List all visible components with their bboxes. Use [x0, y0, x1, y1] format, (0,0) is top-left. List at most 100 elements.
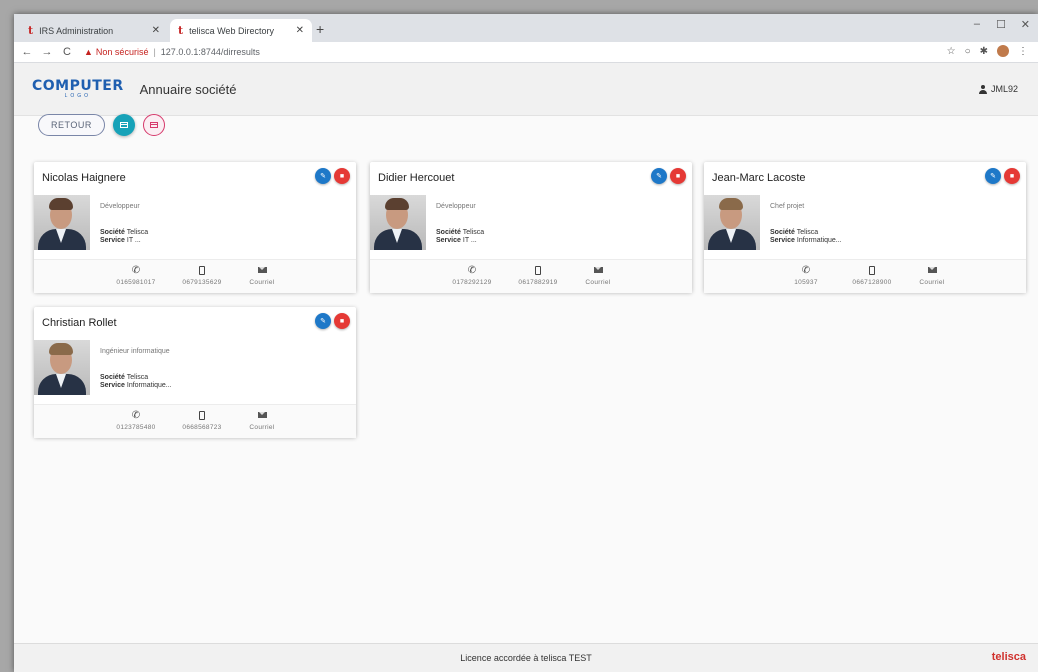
mobile-contact[interactable]: 0679135629 — [172, 264, 232, 286]
new-tab-button[interactable]: + — [316, 21, 324, 37]
mobile-number: 0667128900 — [852, 279, 892, 286]
mail-icon — [927, 267, 937, 273]
license-text: Licence accordée à telisca TEST — [460, 653, 592, 663]
phone-number: 0178292129 — [452, 279, 492, 286]
phone-icon: ✆ — [801, 264, 811, 276]
user-name: JML92 — [990, 84, 1018, 94]
telisca-favicon-icon: t — [178, 24, 184, 37]
telisca-favicon-icon: t — [28, 24, 34, 37]
close-tab-icon[interactable]: ✕ — [296, 25, 304, 36]
page-footer: Licence accordée à telisca TEST telisca — [14, 643, 1038, 672]
list-view-button[interactable] — [142, 114, 165, 136]
email-contact[interactable]: Courriel — [232, 264, 292, 286]
mail-icon — [593, 267, 603, 273]
delete-button[interactable]: ■ — [1004, 168, 1020, 184]
extension-circle-icon[interactable]: ○ — [965, 46, 971, 57]
minimize-button[interactable]: – — [974, 18, 980, 30]
edit-button[interactable]: ✎ — [315, 313, 331, 329]
menu-kebab-icon[interactable]: ⋮ — [1018, 46, 1028, 57]
contact-service: Service Informatique... — [770, 237, 842, 244]
browser-toolbar-icons: ☆ ○ ✱ ⋮ — [947, 45, 1028, 57]
reload-icon[interactable]: C — [60, 46, 74, 58]
warning-icon: ▲ — [84, 47, 93, 57]
contact-role: Chef projet — [770, 203, 805, 210]
contact-actions: ✆ 105937 0667128900 Courriel — [704, 259, 1026, 293]
contact-company: Société Telisca — [100, 229, 149, 236]
contact-card: Nicolas Haignere ✎ ■ Développeur Société… — [34, 162, 356, 293]
email-link: Courriel — [249, 424, 275, 431]
mobile-number: 0668568723 — [182, 424, 222, 431]
edit-icon: ✎ — [320, 173, 326, 180]
page-title: Annuaire société — [139, 81, 237, 97]
contact-actions: ✆ 0178292129 0617882919 Courriel — [370, 259, 692, 293]
contact-role: Développeur — [436, 203, 476, 210]
mobile-number: 0617882919 — [518, 279, 558, 286]
app-header: COMPUTER LOGO Annuaire société JML92 — [14, 63, 1038, 116]
mobile-contact[interactable]: 0617882919 — [508, 264, 568, 286]
card-view-icon — [119, 122, 128, 128]
url-separator: | — [153, 47, 156, 57]
contact-name: Nicolas Haignere — [42, 172, 126, 184]
user-icon — [978, 84, 987, 94]
tab-label: telisca Web Directory — [189, 25, 274, 36]
mobile-contact[interactable]: 0667128900 — [842, 264, 902, 286]
back-button[interactable]: RETOUR — [38, 114, 105, 136]
extensions-puzzle-icon[interactable]: ✱ — [980, 46, 988, 57]
maximize-button[interactable]: ☐ — [996, 18, 1006, 31]
email-contact[interactable]: Courriel — [568, 264, 628, 286]
back-arrow-icon[interactable]: ← — [20, 46, 34, 58]
email-contact[interactable]: Courriel — [902, 264, 962, 286]
profile-avatar[interactable] — [997, 45, 1009, 57]
close-tab-icon[interactable]: ✕ — [152, 25, 160, 36]
phone-contact[interactable]: ✆ 105937 — [776, 264, 836, 287]
contact-actions: ✆ 0123785480 0668568723 Courriel — [34, 404, 356, 438]
mobile-icon — [199, 410, 205, 420]
edit-button[interactable]: ✎ — [651, 168, 667, 184]
tab-strip: t IRS Administration ✕ t telisca Web Dir… — [14, 14, 1038, 42]
user-menu[interactable]: JML92 — [978, 84, 1018, 94]
tab-telisca-web-directory[interactable]: t telisca Web Directory ✕ — [170, 19, 312, 42]
mobile-number: 0679135629 — [182, 279, 222, 286]
email-link: Courriel — [249, 279, 275, 286]
edit-icon: ✎ — [990, 173, 996, 180]
email-link: Courriel — [919, 279, 945, 286]
email-contact[interactable]: Courriel — [232, 409, 292, 431]
contact-photo — [704, 195, 760, 250]
card-view-button[interactable] — [112, 114, 135, 136]
delete-icon: ■ — [339, 317, 345, 325]
logo-sub-text: LOGO — [64, 93, 92, 99]
phone-contact[interactable]: ✆ 0165981017 — [106, 264, 166, 287]
contact-name: Christian Rollet — [42, 317, 117, 329]
mobile-icon — [535, 265, 541, 275]
url-input[interactable]: 127.0.0.1:8744/dirresults — [161, 47, 260, 57]
phone-contact[interactable]: ✆ 0178292129 — [442, 264, 502, 287]
delete-button[interactable]: ■ — [670, 168, 686, 184]
email-link: Courriel — [585, 279, 611, 286]
edit-button[interactable]: ✎ — [985, 168, 1001, 184]
contact-actions: ✆ 0165981017 0679135629 Courriel — [34, 259, 356, 293]
delete-icon: ■ — [339, 172, 345, 180]
edit-button[interactable]: ✎ — [315, 168, 331, 184]
browser-window: t IRS Administration ✕ t telisca Web Dir… — [14, 14, 1038, 672]
delete-button[interactable]: ■ — [334, 168, 350, 184]
tab-irs-administration[interactable]: t IRS Administration ✕ — [20, 19, 168, 42]
contact-company: Société Telisca — [436, 229, 485, 236]
mobile-contact[interactable]: 0668568723 — [172, 409, 232, 431]
contact-card: Jean-Marc Lacoste ✎ ■ Chef projet Sociét… — [704, 162, 1026, 293]
contact-role: Ingénieur informatique — [100, 348, 170, 355]
contact-service: Service IT ... — [436, 237, 477, 244]
delete-button[interactable]: ■ — [334, 313, 350, 329]
mail-icon — [257, 267, 267, 273]
contact-service: Service Informatique... — [100, 382, 172, 389]
contact-card: Christian Rollet ✎ ■ Ingénieur informati… — [34, 307, 356, 438]
bookmark-star-icon[interactable]: ☆ — [947, 46, 956, 57]
address-bar: ← → C ▲ Non sécurisé | 127.0.0.1:8744/di… — [14, 42, 1038, 63]
forward-arrow-icon[interactable]: → — [40, 46, 54, 58]
phone-contact[interactable]: ✆ 0123785480 — [106, 409, 166, 432]
close-window-button[interactable]: ✕ — [1021, 18, 1030, 31]
delete-icon: ■ — [675, 172, 681, 180]
contact-service: Service IT ... — [100, 237, 141, 244]
mobile-icon — [199, 265, 205, 275]
security-warning[interactable]: Non sécurisé — [96, 47, 149, 57]
phone-number: 0165981017 — [116, 279, 156, 286]
